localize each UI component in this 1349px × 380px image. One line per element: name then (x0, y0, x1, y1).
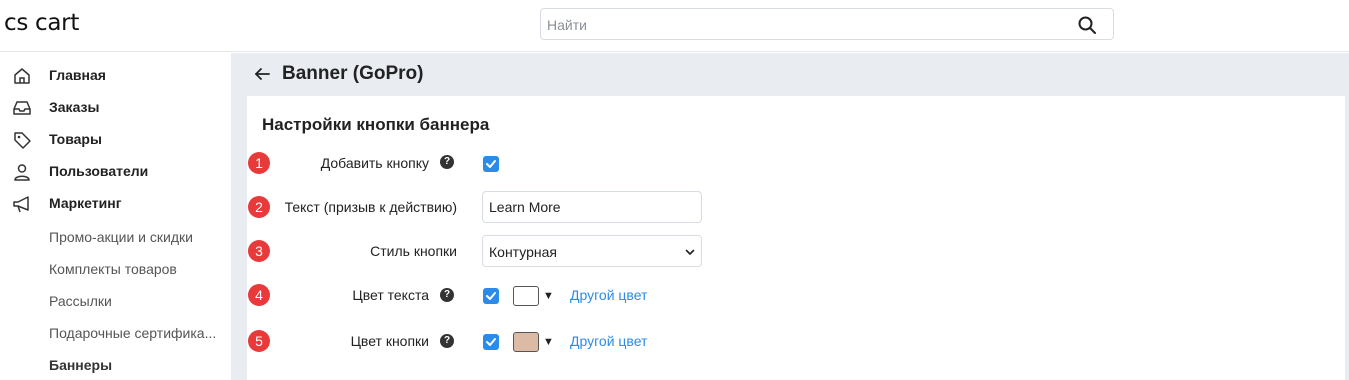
sidebar-item-marketing[interactable]: Маркетинг (0, 189, 230, 217)
top-bar: cs cart (0, 0, 1349, 52)
sidebar-subitem-banners[interactable]: Баннеры (49, 357, 112, 373)
text-color-swatch[interactable] (513, 286, 539, 306)
search-box[interactable] (540, 8, 1114, 40)
button-style-label: Стиль кнопки (370, 243, 457, 259)
text-color-other-link[interactable]: Другой цвет (570, 287, 647, 303)
main-content: Banner (GoPro) Настройки кнопки баннера … (231, 53, 1349, 380)
button-color-swatch[interactable] (513, 332, 539, 352)
sidebar-item-label: Маркетинг (49, 195, 122, 211)
text-color-dropdown-caret[interactable]: ▼ (543, 290, 554, 302)
button-color-other-link[interactable]: Другой цвет (570, 333, 647, 349)
add-button-checkbox[interactable] (483, 156, 499, 172)
help-icon[interactable]: ? (440, 288, 454, 302)
home-icon (14, 68, 30, 84)
search-input[interactable] (547, 15, 1067, 35)
sidebar-subitem-newsletters[interactable]: Рассылки (49, 293, 112, 309)
tag-icon (14, 132, 31, 149)
step-badge-3: 3 (248, 240, 270, 262)
search-icon[interactable] (1077, 15, 1097, 35)
step-badge-4: 4 (248, 284, 270, 306)
sidebar-item-label: Заказы (49, 99, 100, 115)
settings-card: Настройки кнопки баннера 1 Добавить кноп… (247, 96, 1345, 380)
step-badge-5: 5 (248, 330, 270, 352)
sidebar-subitem-promotions[interactable]: Промо-акции и скидки (49, 229, 193, 245)
page-title: Banner (GoPro) (282, 63, 424, 84)
sidebar-item-label: Товары (49, 131, 102, 147)
sidebar-subitem-bundles[interactable]: Комплекты товаров (49, 261, 177, 277)
sidebar-item-users[interactable]: Пользователи (0, 157, 230, 185)
button-style-value: Контурная (489, 244, 557, 260)
cta-text-input[interactable] (482, 191, 702, 223)
button-color-label: Цвет кнопки (350, 333, 429, 349)
help-icon[interactable]: ? (440, 155, 454, 169)
text-color-label: Цвет текста (352, 287, 429, 303)
sidebar: Главная Заказы Товары Пользователи Марке… (0, 53, 230, 380)
button-style-select[interactable]: Контурная (482, 235, 702, 267)
button-color-checkbox[interactable] (483, 334, 499, 350)
sidebar-item-products[interactable]: Товары (0, 125, 230, 153)
button-color-dropdown-caret[interactable]: ▼ (543, 336, 554, 348)
chevron-down-icon (685, 249, 695, 255)
cta-text-label: Текст (призыв к действию) (284, 199, 457, 215)
inbox-icon (13, 101, 31, 115)
help-icon[interactable]: ? (440, 334, 454, 348)
section-title: Настройки кнопки баннера (262, 115, 490, 134)
back-arrow-icon[interactable] (253, 65, 271, 83)
step-badge-1: 1 (248, 152, 270, 174)
app-logo[interactable]: cs cart (4, 10, 79, 36)
sidebar-subitem-gift-certificates[interactable]: Подарочные сертифика... (49, 325, 216, 341)
user-icon (14, 164, 30, 181)
sidebar-item-home[interactable]: Главная (0, 61, 230, 89)
sidebar-item-label: Пользователи (49, 163, 149, 179)
sidebar-item-label: Главная (49, 67, 106, 83)
add-button-label: Добавить кнопку (320, 155, 429, 171)
megaphone-icon (13, 196, 29, 213)
text-color-checkbox[interactable] (483, 288, 499, 304)
sidebar-item-orders[interactable]: Заказы (0, 93, 230, 121)
